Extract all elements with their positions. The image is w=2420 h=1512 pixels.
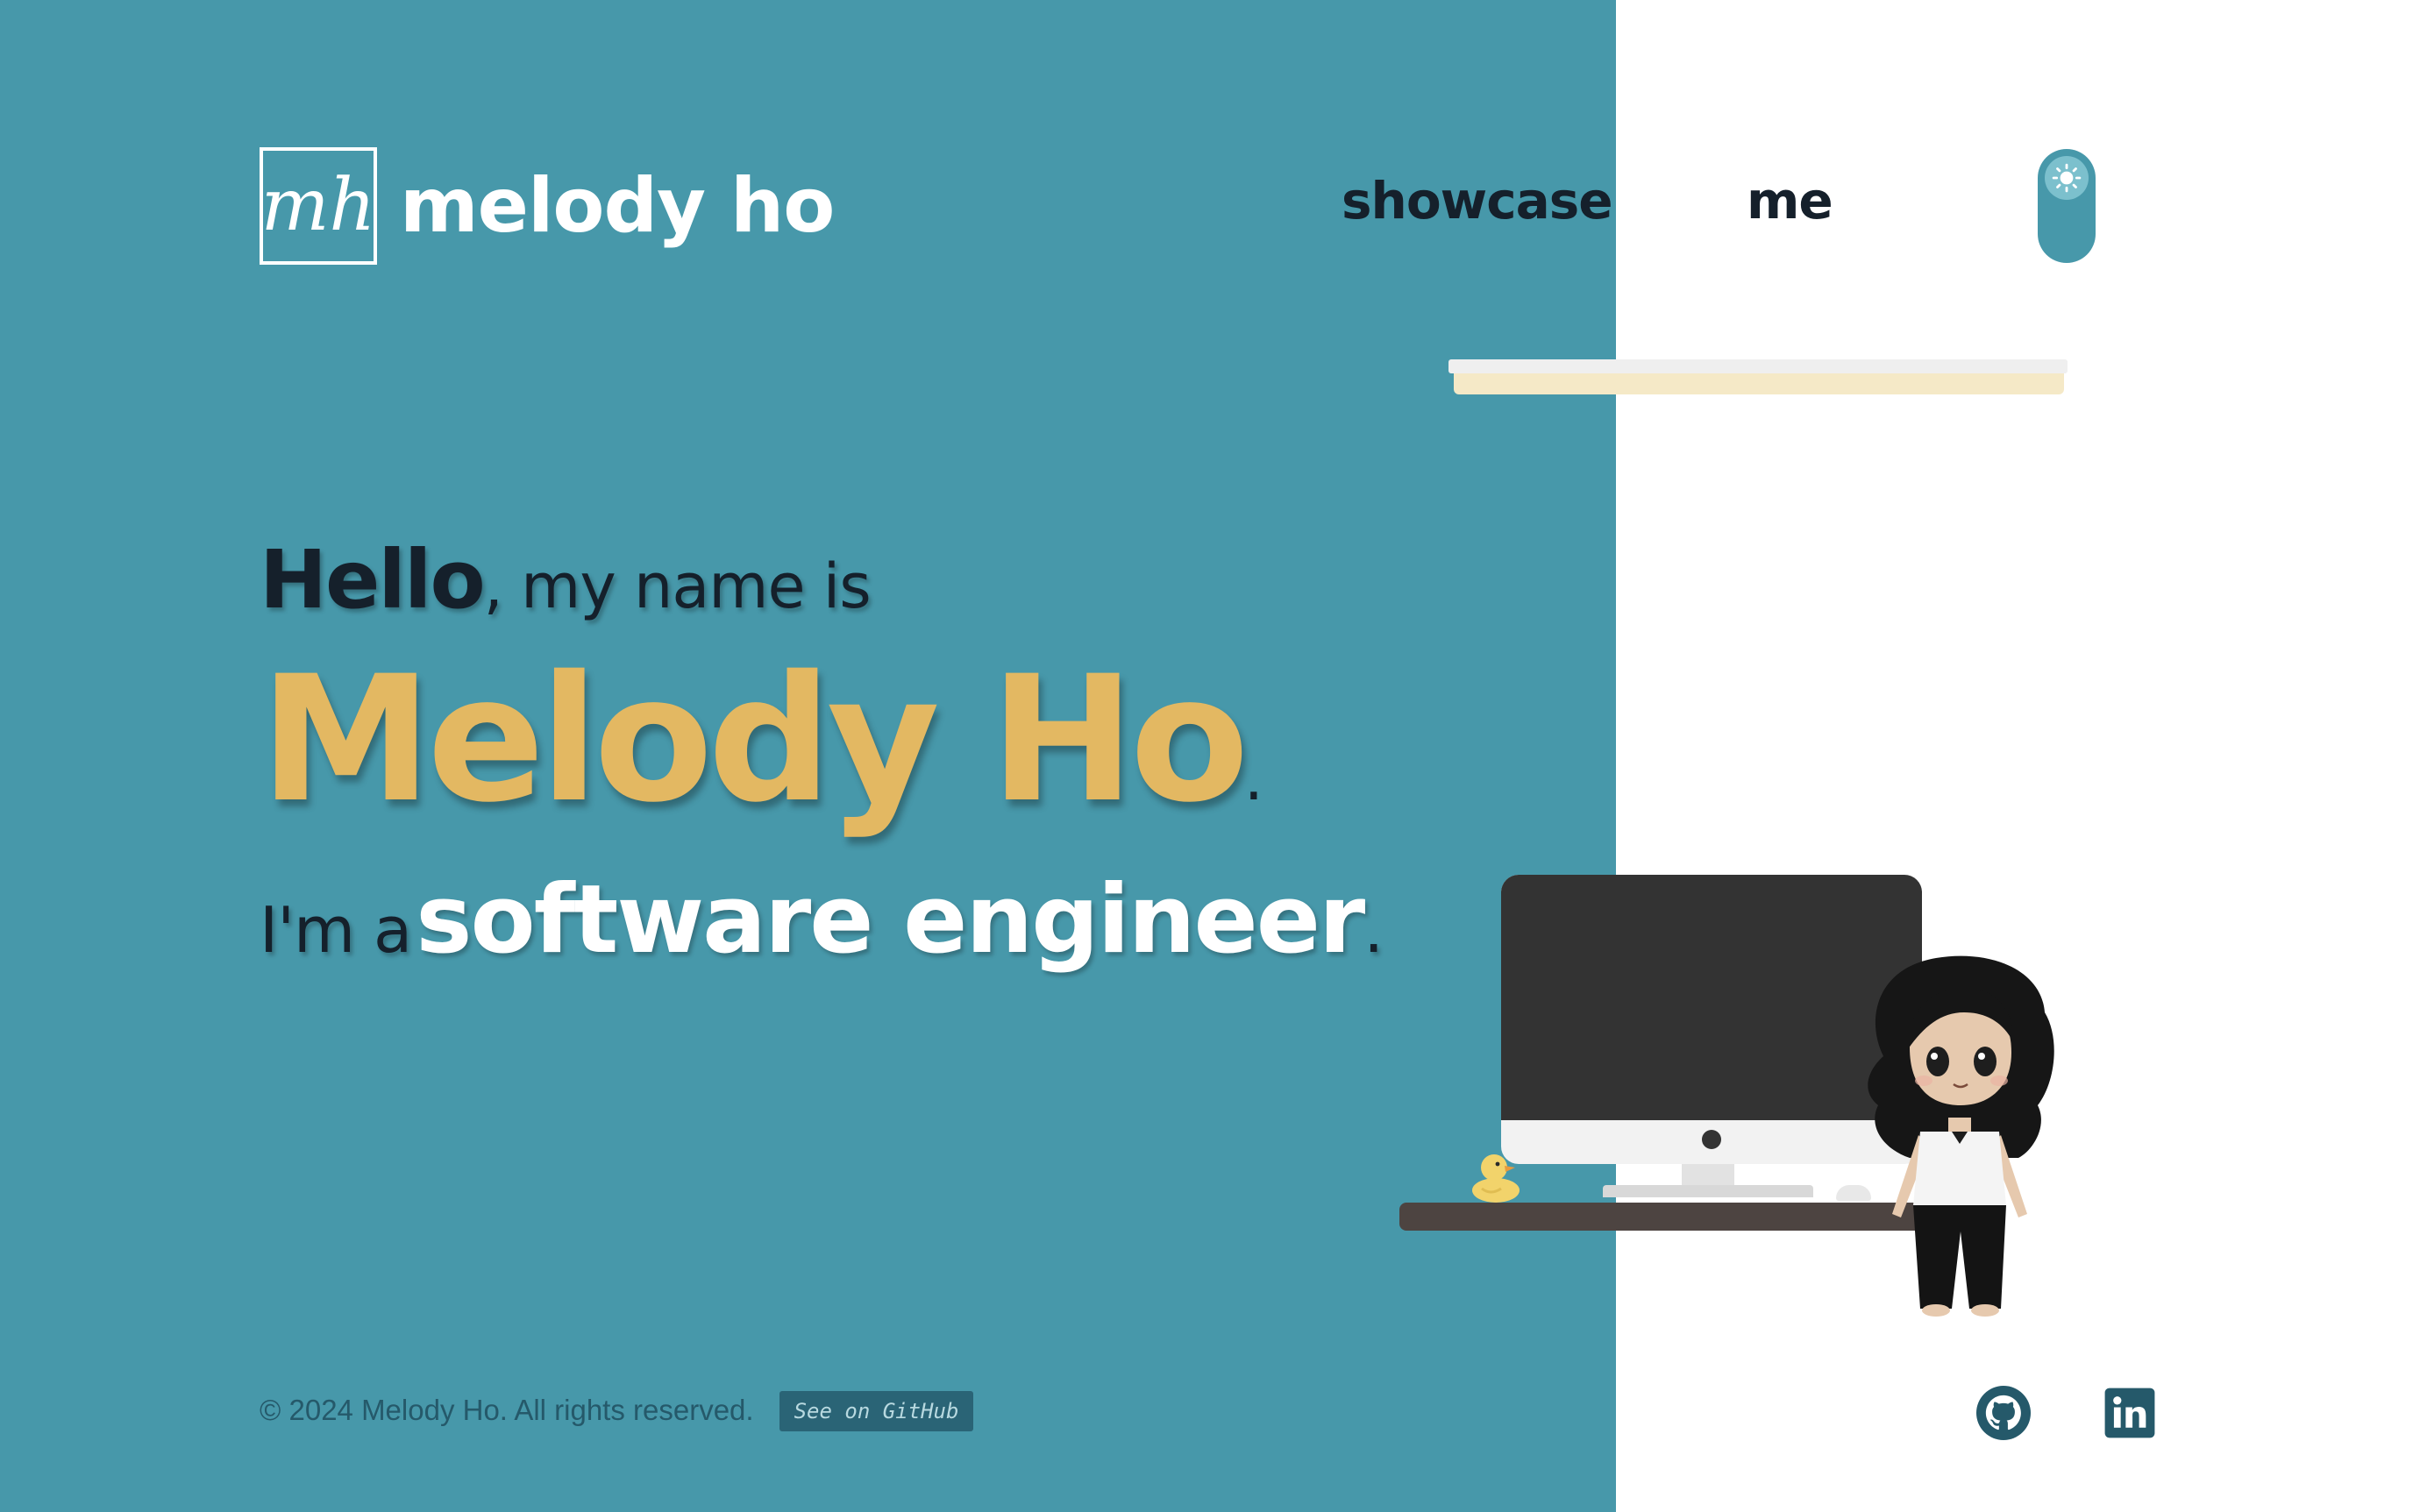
github-icon [1976,1386,2031,1440]
hero-greeting: Hello, my name is [260,540,872,622]
copyright-text: © 2024 Melody Ho. All rights reserved. [260,1394,754,1426]
nav-link-showcase[interactable]: showcase [1342,175,1613,226]
hero-role: I'm a software engineer. [260,873,1384,968]
desk-illustration [1399,1203,1934,1231]
shelf-top [1448,359,2068,373]
logo-text: melody ho [400,162,835,250]
greeting-rest: , my name is [483,550,872,622]
monitor-base [1603,1185,1813,1197]
see-on-github-link[interactable]: See on GitHub [779,1391,973,1431]
home-logo-link[interactable]: mh melody ho [260,147,835,265]
shelf-bottom [1454,373,2064,394]
role-period: . [1363,893,1384,967]
logo-monogram: mh [260,164,376,247]
role-prefix: I'm a [260,893,412,967]
github-link[interactable] [1976,1386,2031,1440]
character-illustration [1868,955,2054,1317]
logo-monogram-box: mh [260,147,377,265]
monitor-logo-dot [1702,1130,1721,1149]
theme-toggle-knob [2045,156,2089,200]
nav-link-me[interactable]: me [1747,175,1833,226]
role-title: software engineer [416,865,1365,975]
hero-name: Melody Ho. [260,653,1263,827]
hero-name-text: Melody Ho [260,638,1249,841]
greeting-hello: Hello [260,533,486,627]
rubber-duck-illustration [1472,1154,1520,1203]
sun-icon [2052,163,2082,193]
theme-toggle[interactable] [2038,149,2096,263]
monitor-stand [1682,1164,1734,1187]
hero-name-period: . [1243,742,1263,814]
linkedin-icon [2104,1388,2155,1438]
linkedin-link[interactable] [2103,1386,2157,1440]
